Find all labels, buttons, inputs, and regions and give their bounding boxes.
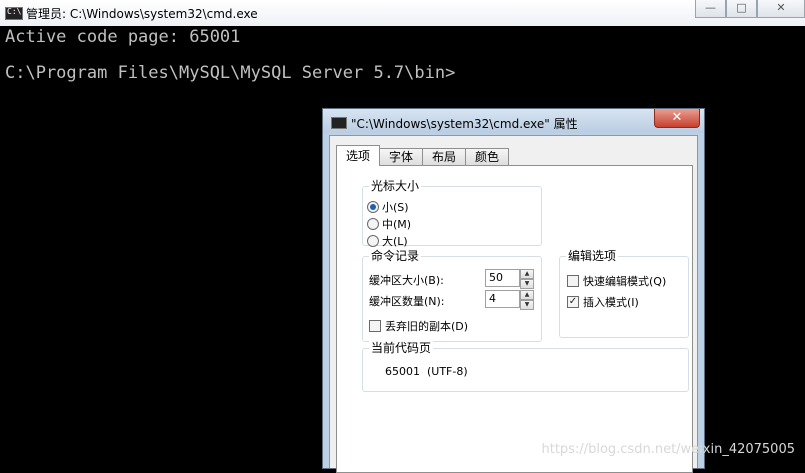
checkmark-icon[interactable]: ✓	[567, 296, 579, 308]
checkbox[interactable]	[567, 275, 579, 287]
insert-mode-label: 插入模式(I)	[583, 296, 639, 309]
buffer-size-input[interactable]: 50	[485, 269, 520, 287]
code-page-legend: 当前代码页	[369, 341, 434, 355]
code-page-value: 65001 (UTF-8)	[385, 365, 468, 378]
checkbox[interactable]	[369, 320, 381, 332]
properties-dialog: "C:\Windows\system32\cmd.exe" 属性 ✕ 选项 字体…	[322, 108, 705, 473]
dialog-body: 选项 字体 布局 颜色 光标大小 小(S) 中(M) 大(L) 命令记录 缓冲区…	[329, 135, 698, 473]
tab-colors[interactable]: 颜色	[465, 148, 510, 166]
cursor-size-legend: 光标大小	[369, 179, 422, 193]
spin-up-icon[interactable]: ▲	[520, 290, 534, 300]
buffer-count-stepper[interactable]: 4 ▲ ▼	[485, 290, 534, 310]
buffer-size-label: 缓冲区大小(B):	[369, 274, 444, 287]
cmd-window-title: 管理员: C:\Windows\system32\cmd.exe	[26, 7, 258, 21]
radio-button[interactable]	[367, 218, 379, 230]
cursor-small-label: 小(S)	[382, 201, 409, 214]
buffer-count-input[interactable]: 4	[485, 290, 520, 308]
dialog-title-bar[interactable]: "C:\Windows\system32\cmd.exe" 属性 ✕	[323, 109, 704, 133]
watermark-text: https://blog.csdn.net/weixin_42075005	[541, 442, 795, 457]
close-button[interactable]: ✕	[757, 0, 805, 18]
spin-up-icon[interactable]: ▲	[520, 269, 534, 279]
spin-down-icon[interactable]: ▼	[520, 279, 534, 289]
cursor-small-option[interactable]: 小(S)	[367, 199, 409, 215]
tab-font[interactable]: 字体	[379, 148, 424, 166]
cmd-title-bar[interactable]: 管理员: C:\Windows\system32\cmd.exe — □ ✕	[0, 0, 805, 26]
maximize-button[interactable]: □	[726, 0, 757, 18]
quick-edit-label: 快速编辑模式(Q)	[583, 275, 667, 288]
console-line: Active code page: 65001	[5, 27, 241, 47]
insert-mode-option[interactable]: ✓ 插入模式(I)	[567, 294, 639, 310]
dialog-app-icon	[331, 117, 347, 129]
cursor-medium-label: 中(M)	[382, 218, 412, 231]
buffer-size-stepper[interactable]: 50 ▲ ▼	[485, 269, 534, 289]
discard-duplicates-label: 丢弃旧的副本(D)	[385, 320, 469, 333]
cursor-large-option[interactable]: 大(L)	[367, 233, 408, 249]
dialog-close-button[interactable]: ✕	[654, 109, 700, 128]
dialog-title: "C:\Windows\system32\cmd.exe" 属性	[351, 117, 578, 131]
radio-button[interactable]	[367, 235, 379, 247]
buffer-count-label: 缓冲区数量(N):	[369, 295, 445, 308]
spin-down-icon[interactable]: ▼	[520, 300, 534, 310]
caption-buttons: — □ ✕	[695, 0, 805, 18]
radio-button[interactable]	[367, 201, 379, 213]
tab-strip: 选项 字体 布局 颜色	[336, 145, 510, 166]
tab-layout[interactable]: 布局	[422, 148, 467, 166]
console-prompt-line: C:\Program Files\MySQL\MySQL Server 5.7\…	[5, 63, 456, 83]
cursor-large-label: 大(L)	[382, 235, 408, 248]
minimize-button[interactable]: —	[695, 0, 726, 18]
quick-edit-option[interactable]: 快速编辑模式(Q)	[567, 273, 666, 289]
options-panel: 光标大小 小(S) 中(M) 大(L) 命令记录 缓冲区大小(B): 50 ▲ …	[336, 165, 693, 473]
discard-duplicates-option[interactable]: 丢弃旧的副本(D)	[369, 318, 468, 334]
cmd-app-icon[interactable]	[5, 7, 23, 20]
edit-options-legend: 编辑选项	[566, 249, 619, 263]
tab-options[interactable]: 选项	[336, 145, 381, 166]
command-history-legend: 命令记录	[369, 249, 422, 263]
cursor-medium-option[interactable]: 中(M)	[367, 216, 411, 232]
